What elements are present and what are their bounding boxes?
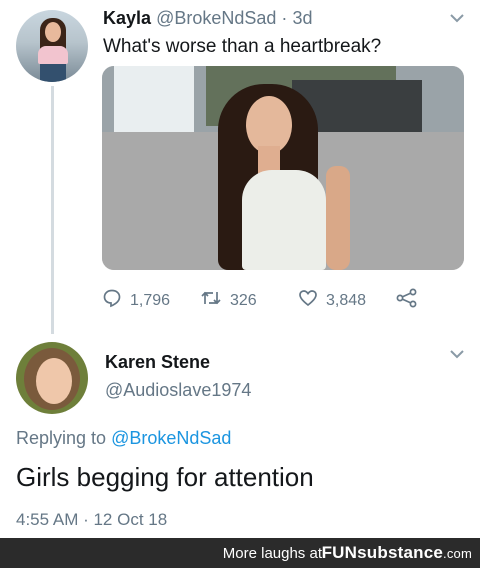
original-tweet[interactable]: Kayla @BrokeNdSad · 3d What's worse than… — [0, 0, 480, 334]
reply-button[interactable]: 1,796 — [102, 288, 170, 310]
brand-logo[interactable]: FUNsubstance.com — [322, 543, 472, 563]
more-laughs-label: More laughs at — [222, 545, 322, 562]
reply-icon — [103, 289, 121, 308]
avatar[interactable] — [16, 342, 88, 414]
separator: · — [281, 8, 288, 28]
tweet-header: Kayla @BrokeNdSad · 3d — [103, 8, 312, 29]
reply-text: Girls begging for attention — [16, 462, 314, 492]
photo-building — [114, 66, 194, 132]
watermark-bar: More laughs at FUNsubstance.com — [0, 538, 480, 568]
retweet-icon — [201, 291, 221, 305]
retweet-count: 326 — [230, 292, 257, 309]
replying-prefix: Replying to — [16, 428, 107, 448]
photo-person-arm — [326, 166, 350, 270]
tweet-photo[interactable] — [102, 66, 464, 270]
tweet-age[interactable]: 3d — [292, 8, 312, 28]
like-icon — [299, 290, 317, 307]
like-count: 3,848 — [326, 292, 367, 309]
chevron-down-icon[interactable] — [450, 10, 464, 28]
avatar-top — [38, 46, 68, 64]
replying-to: Replying to @BrokeNdSad — [16, 428, 231, 449]
photo-person-top — [242, 170, 326, 270]
avatar[interactable] — [16, 10, 88, 82]
display-name[interactable]: Kayla — [103, 8, 151, 28]
timestamp[interactable]: 4:55 AM · 12 Oct 18 — [16, 510, 167, 530]
user-handle[interactable]: @BrokeNdSad — [156, 8, 276, 28]
replying-to-link[interactable]: @BrokeNdSad — [111, 428, 231, 448]
user-handle[interactable]: @Audioslave1974 — [105, 380, 251, 401]
like-button[interactable]: 3,848 — [298, 288, 366, 310]
avatar-jeans — [40, 64, 66, 82]
retweet-button[interactable]: 326 — [200, 288, 257, 310]
brand-suffix: .com — [443, 546, 472, 561]
reply-count: 1,796 — [130, 292, 171, 309]
thread-line — [51, 86, 54, 334]
avatar-face — [45, 22, 61, 42]
reply-tweet[interactable]: Karen Stene @Audioslave1974 Replying to … — [0, 330, 480, 538]
avatar-face — [36, 358, 72, 404]
tweet-text: What's worse than a heartbreak? — [103, 36, 382, 57]
share-icon — [396, 288, 417, 308]
share-button[interactable] — [396, 288, 418, 310]
display-name[interactable]: Karen Stene — [105, 352, 210, 373]
brand-name: FUNsubstance — [321, 543, 444, 562]
chevron-down-icon[interactable] — [450, 346, 464, 364]
